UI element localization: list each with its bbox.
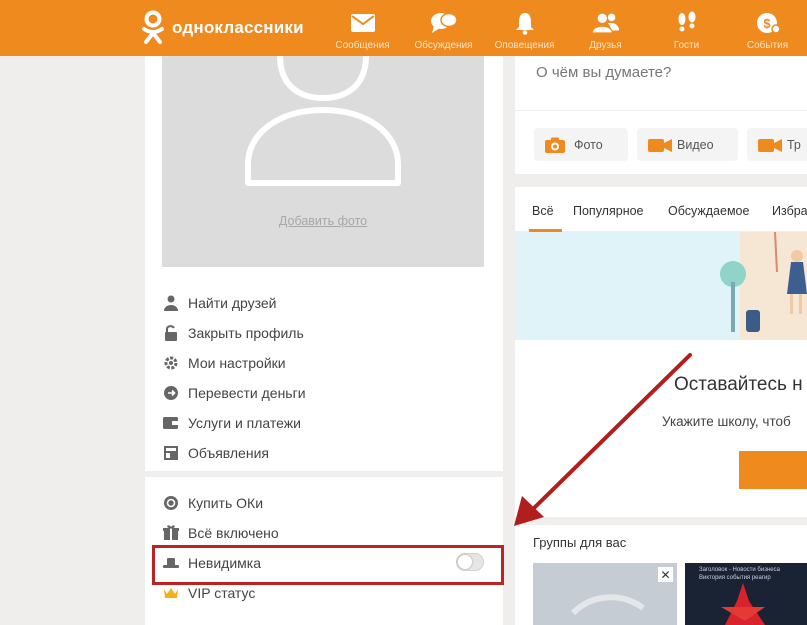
nav-label: Обсуждения xyxy=(414,40,473,51)
nav-label: Оповещения xyxy=(494,40,555,51)
post-input[interactable]: О чём вы думаете? xyxy=(536,64,671,81)
promo-subtitle: Укажите школу, чтоб xyxy=(662,414,791,429)
promo-action-button[interactable] xyxy=(739,451,807,489)
nav-friends[interactable]: Друзья xyxy=(565,0,646,56)
bell-icon xyxy=(511,9,539,37)
video-button-label: Видео xyxy=(677,137,714,152)
nav-notifications[interactable]: Оповещения xyxy=(484,0,565,56)
money-transfer-icon xyxy=(162,385,179,402)
menu-settings[interactable]: Мои настройки xyxy=(162,348,482,378)
user-silhouette-icon xyxy=(245,56,401,186)
menu-label: Перевести деньги xyxy=(188,385,306,401)
left-sidebar: Добавить фото Найти друзей Закрыть профи… xyxy=(145,56,503,625)
top-bar: одноклассники Сообщения Обсуждения Опове… xyxy=(0,0,807,56)
nav-messages[interactable]: Сообщения xyxy=(322,0,403,56)
feed-tabs: Всё Популярное Обсуждаемое Избра xyxy=(515,187,807,232)
menu-label: Всё включено xyxy=(188,525,279,541)
toggle-knob xyxy=(458,555,472,569)
group-image xyxy=(533,563,677,625)
promo-banner[interactable] xyxy=(515,232,807,340)
tab-favorites[interactable]: Избра xyxy=(772,204,807,218)
group-card[interactable]: ✕ xyxy=(533,563,677,625)
promo-title: Оставайтесь н xyxy=(674,374,803,395)
footprints-icon xyxy=(673,9,701,37)
menu-services-payments[interactable]: Услуги и платежи xyxy=(162,408,482,438)
all-inclusive-icon xyxy=(162,525,179,542)
nav-label: Сообщения xyxy=(335,40,390,51)
menu-find-friends[interactable]: Найти друзей xyxy=(162,288,482,318)
menu-label: Мои настройки xyxy=(188,355,286,371)
avatar-placeholder[interactable]: Добавить фото xyxy=(162,56,484,267)
video-button[interactable]: Видео xyxy=(637,128,738,161)
menu-buy-ok[interactable]: Купить ОКи xyxy=(162,488,482,518)
friends-icon xyxy=(592,9,620,37)
translation-button-label: Тр xyxy=(787,137,801,152)
logo[interactable]: одноклассники xyxy=(140,10,304,46)
invisible-highlight-box xyxy=(152,545,504,585)
nav-label: События xyxy=(746,40,789,51)
menu-label: Купить ОКи xyxy=(188,495,264,511)
add-photo-link[interactable]: Добавить фото xyxy=(162,214,484,228)
camera-icon xyxy=(544,137,566,153)
close-icon[interactable]: ✕ xyxy=(658,567,673,582)
profile-menu: Найти друзей Закрыть профиль Мои настрой… xyxy=(162,288,482,468)
menu-transfer-money[interactable]: Перевести деньги xyxy=(162,378,482,408)
tab-popular[interactable]: Популярное xyxy=(573,204,644,218)
menu-divider xyxy=(145,471,503,477)
ok-coin-icon xyxy=(162,495,179,512)
nav-discussions[interactable]: Обсуждения xyxy=(403,0,484,56)
nav-events[interactable]: $ События xyxy=(727,0,807,56)
menu-close-profile[interactable]: Закрыть профиль xyxy=(162,318,482,348)
tab-all[interactable]: Всё xyxy=(532,204,554,218)
video-icon xyxy=(757,137,782,153)
menu-label: Услуги и платежи xyxy=(188,415,301,431)
translation-button[interactable]: Тр xyxy=(747,128,807,161)
nav-guests[interactable]: Гости xyxy=(646,0,727,56)
events-icon: $ xyxy=(754,9,782,37)
group-card[interactable]: Заголовок - Новости бизнеса Виктория соб… xyxy=(685,563,807,625)
nav-label: Друзья xyxy=(589,40,622,51)
menu-label: Закрыть профиль xyxy=(188,325,304,341)
lock-icon xyxy=(162,325,179,342)
speech-bubbles-icon xyxy=(430,9,458,37)
crown-icon xyxy=(162,585,179,602)
menu-all-inclusive[interactable]: Всё включено xyxy=(162,518,482,548)
groups-for-you: Группы для вас ✕ Заголовок - Новости биз… xyxy=(515,525,807,625)
logo-text: одноклассники xyxy=(172,18,304,37)
person-icon xyxy=(162,295,179,312)
nav-label: Гости xyxy=(673,40,700,51)
wallet-icon xyxy=(162,415,179,432)
post-composer: О чём вы думаете? Фото Видео Тр xyxy=(515,56,807,174)
groups-title: Группы для вас xyxy=(533,535,627,550)
gear-icon xyxy=(162,355,179,372)
post-divider xyxy=(515,110,807,111)
ok-logo-icon xyxy=(140,10,166,46)
menu-label: Найти друзей xyxy=(188,295,277,311)
top-nav: Сообщения Обсуждения Оповещения Друзья Г… xyxy=(322,0,807,56)
menu-label: Объявления xyxy=(188,445,269,461)
video-icon xyxy=(647,137,672,153)
ads-icon xyxy=(162,445,179,462)
menu-ads[interactable]: Объявления xyxy=(162,438,482,468)
envelope-icon xyxy=(349,9,377,37)
menu-label: VIP статус xyxy=(188,585,256,601)
promo-illustration xyxy=(515,232,807,340)
svg-text:$: $ xyxy=(763,16,771,31)
invisible-toggle[interactable] xyxy=(456,553,484,571)
group-image xyxy=(721,583,765,625)
photo-button[interactable]: Фото xyxy=(534,128,628,161)
photo-button-label: Фото xyxy=(574,137,603,152)
tab-discussed[interactable]: Обсуждаемое xyxy=(668,204,749,218)
